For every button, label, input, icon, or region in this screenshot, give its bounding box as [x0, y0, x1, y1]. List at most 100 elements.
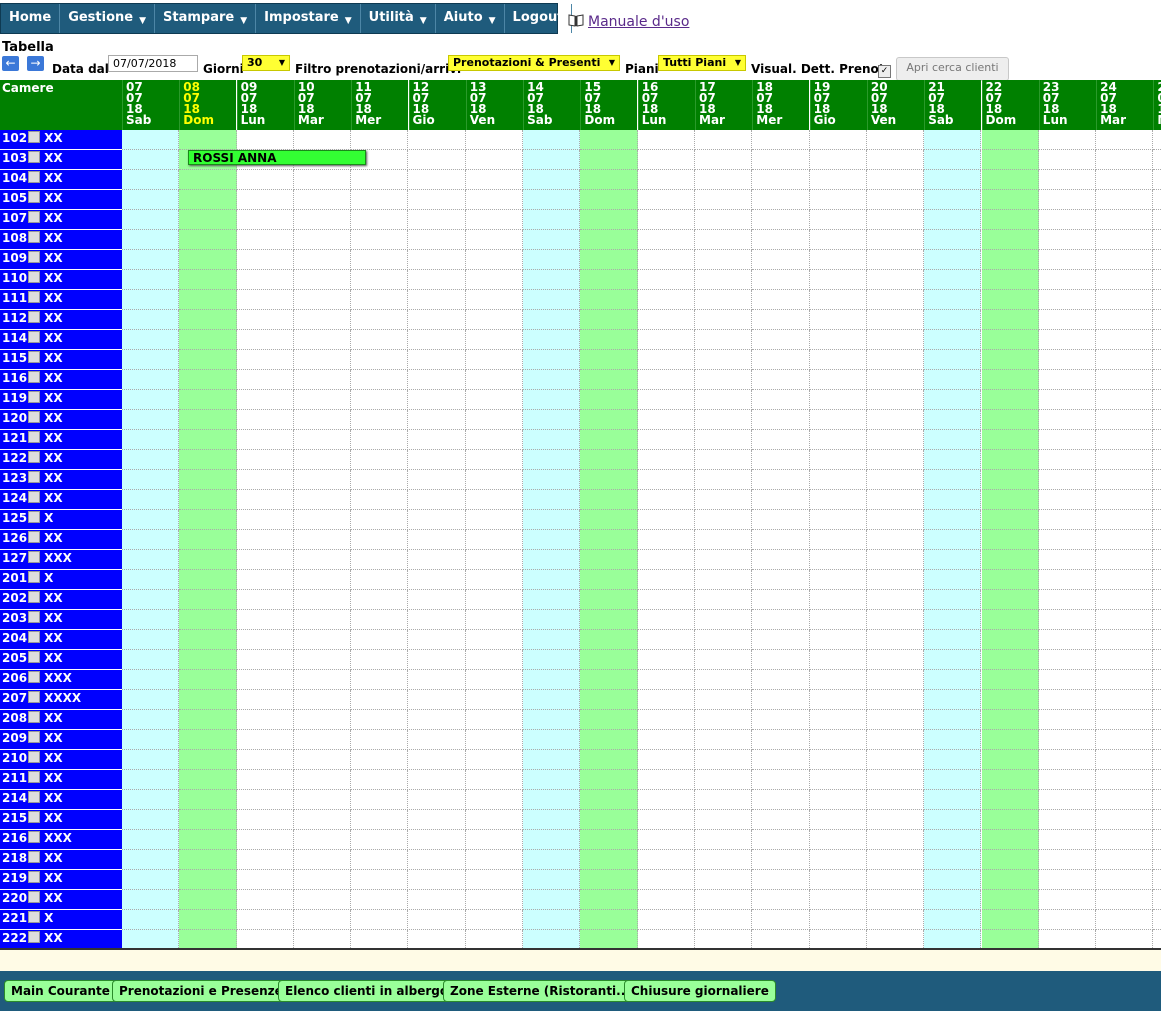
grid-cell[interactable]	[408, 310, 466, 330]
grid-cell[interactable]	[866, 430, 925, 450]
grid-cell[interactable]	[122, 330, 180, 350]
grid-cell[interactable]	[179, 390, 237, 410]
grid-cell[interactable]	[924, 650, 982, 670]
grid-cell[interactable]	[122, 690, 180, 710]
room-row-label[interactable]: 216 XXX	[0, 830, 122, 850]
grid-cell[interactable]	[924, 370, 982, 390]
grid-cell[interactable]	[580, 890, 638, 910]
grid-cell[interactable]	[752, 890, 810, 910]
grid-cell[interactable]	[408, 630, 466, 650]
grid-cell[interactable]	[580, 390, 638, 410]
grid-cell[interactable]	[637, 330, 695, 350]
grid-cell[interactable]	[1153, 130, 1161, 150]
grid-cell[interactable]	[1038, 470, 1097, 490]
grid-cell[interactable]	[695, 710, 753, 730]
grid-cell[interactable]	[293, 830, 352, 850]
grid-cell[interactable]	[695, 510, 753, 530]
room-checkbox[interactable]	[28, 231, 41, 243]
room-checkbox[interactable]	[28, 411, 41, 423]
grid-cell[interactable]	[981, 130, 1039, 150]
grid-cell[interactable]	[866, 210, 925, 230]
grid-cell[interactable]	[580, 670, 638, 690]
room-row-label[interactable]: 222 XX	[0, 930, 122, 949]
grid-cell[interactable]	[924, 830, 982, 850]
grid-cell[interactable]	[1096, 410, 1154, 430]
grid-cell[interactable]	[1038, 630, 1097, 650]
grid-cell[interactable]	[637, 510, 695, 530]
grid-cell[interactable]	[866, 490, 925, 510]
visual-checkbox[interactable]: ✓	[878, 65, 891, 78]
grid-cell[interactable]	[351, 730, 409, 750]
grid-cell[interactable]	[809, 730, 867, 750]
grid-cell[interactable]	[924, 550, 982, 570]
day-header[interactable]: 21 07 18 Sab	[924, 80, 982, 130]
piani-select[interactable]: Tutti Piani ▼	[658, 55, 746, 71]
grid-cell[interactable]	[122, 210, 180, 230]
grid-cell[interactable]	[1038, 450, 1097, 470]
grid-cell[interactable]	[465, 390, 524, 410]
grid-cell[interactable]	[637, 390, 695, 410]
grid-cell[interactable]	[924, 490, 982, 510]
grid-cell[interactable]	[1153, 610, 1161, 630]
grid-cell[interactable]	[293, 370, 352, 390]
grid-cell[interactable]	[1096, 290, 1154, 310]
grid-cell[interactable]	[1038, 170, 1097, 190]
grid-cell[interactable]	[866, 330, 925, 350]
grid-cell[interactable]	[179, 190, 237, 210]
room-row-label[interactable]: 215 XX	[0, 810, 122, 830]
grid-cell[interactable]	[122, 890, 180, 910]
grid-cell[interactable]	[924, 910, 982, 930]
grid-cell[interactable]	[465, 290, 524, 310]
grid-cell[interactable]	[580, 430, 638, 450]
grid-cell[interactable]	[637, 190, 695, 210]
grid-cell[interactable]	[752, 330, 810, 350]
grid-cell[interactable]	[1038, 230, 1097, 250]
grid-cell[interactable]	[408, 270, 466, 290]
footer-button-4[interactable]: Chiusure giornaliere	[624, 980, 776, 1002]
grid-cell[interactable]	[752, 630, 810, 650]
grid-cell[interactable]	[695, 930, 753, 949]
grid-cell[interactable]	[1038, 830, 1097, 850]
grid-cell[interactable]	[1038, 690, 1097, 710]
grid-cell[interactable]	[122, 790, 180, 810]
grid-cell[interactable]	[408, 390, 466, 410]
grid-cell[interactable]	[523, 570, 581, 590]
nav-logout[interactable]: Logout	[505, 4, 573, 33]
nav-utilit[interactable]: Utilità ▼	[361, 4, 436, 33]
grid-cell[interactable]	[924, 210, 982, 230]
grid-cell[interactable]	[179, 790, 237, 810]
grid-cell[interactable]	[752, 510, 810, 530]
grid-cell[interactable]	[465, 730, 524, 750]
grid-cell[interactable]	[1038, 710, 1097, 730]
grid-cell[interactable]	[1038, 290, 1097, 310]
grid-cell[interactable]	[236, 730, 294, 750]
grid-cell[interactable]	[580, 470, 638, 490]
grid-cell[interactable]	[809, 190, 867, 210]
grid-cell[interactable]	[580, 930, 638, 949]
grid-cell[interactable]	[1096, 370, 1154, 390]
grid-cell[interactable]	[293, 870, 352, 890]
grid-cell[interactable]	[809, 350, 867, 370]
grid-cell[interactable]	[752, 430, 810, 450]
grid-cell[interactable]	[408, 610, 466, 630]
grid-cell[interactable]	[1096, 770, 1154, 790]
room-row-label[interactable]: 210 XX	[0, 750, 122, 770]
grid-cell[interactable]	[695, 470, 753, 490]
grid-cell[interactable]	[523, 830, 581, 850]
grid-cell[interactable]	[179, 850, 237, 870]
grid-cell[interactable]	[924, 750, 982, 770]
grid-cell[interactable]	[122, 730, 180, 750]
grid-cell[interactable]	[637, 730, 695, 750]
grid-cell[interactable]	[351, 910, 409, 930]
grid-cell[interactable]	[236, 210, 294, 230]
grid-cell[interactable]	[637, 550, 695, 570]
grid-cell[interactable]	[580, 710, 638, 730]
grid-cell[interactable]	[695, 350, 753, 370]
footer-button-2[interactable]: Elenco clienti in albergo	[278, 980, 456, 1002]
room-checkbox[interactable]	[28, 551, 41, 563]
grid-cell[interactable]	[1153, 750, 1161, 770]
grid-cell[interactable]	[981, 310, 1039, 330]
room-checkbox[interactable]	[28, 871, 41, 883]
grid-cell[interactable]	[580, 190, 638, 210]
grid-cell[interactable]	[408, 290, 466, 310]
